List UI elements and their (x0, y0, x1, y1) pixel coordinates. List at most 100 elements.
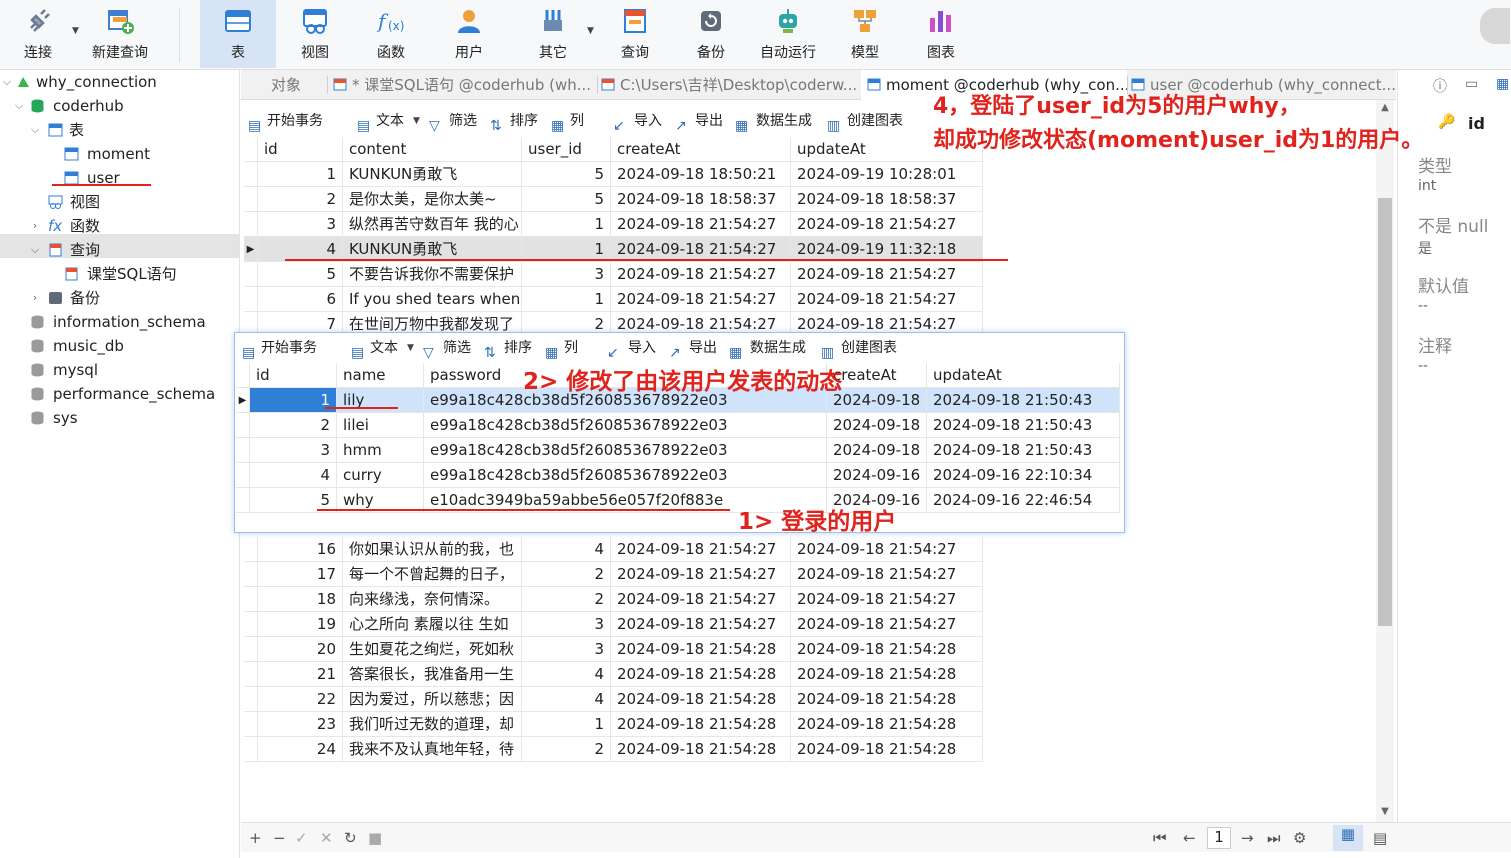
column-header-name[interactable]: name (337, 363, 424, 388)
cell-id[interactable]: 24 (258, 737, 343, 762)
column-header-createat[interactable]: createAt (611, 137, 791, 162)
sort-button[interactable]: 排序 (504, 335, 532, 361)
tables-button[interactable]: 表 (200, 0, 276, 68)
cell-user-id[interactable]: 4 (522, 662, 611, 687)
column-header-id[interactable]: id (250, 363, 337, 388)
cell-updateat[interactable]: 2024-09-16 22:46:54 (927, 488, 1120, 513)
cell-id[interactable]: 19 (258, 612, 343, 637)
row-marker[interactable] (244, 262, 258, 287)
row-marker[interactable]: ▶ (236, 388, 250, 413)
export-button[interactable]: 导出 (689, 335, 717, 361)
connect-button[interactable]: 连接 (8, 0, 68, 68)
cell-name[interactable]: hmm (337, 438, 424, 463)
others-button[interactable]: 其它 (520, 0, 586, 68)
cell-content[interactable]: 生如夏花之绚烂，死如秋 (343, 637, 522, 662)
prev-page-icon[interactable]: ← (1183, 829, 1196, 847)
row-marker[interactable] (244, 162, 258, 187)
cell-id[interactable]: 2 (250, 413, 337, 438)
cell-updateat[interactable]: 2024-09-18 21:54:28 (791, 712, 983, 737)
sort-button[interactable]: 排序 (510, 108, 538, 134)
cell-content[interactable]: 每一个不曾起舞的日子， (343, 562, 522, 587)
cell-user-id[interactable]: 4 (522, 687, 611, 712)
cell-createat[interactable]: 2024-09-18 21:54:27 (611, 612, 791, 637)
cell-content[interactable]: 你如果认识从前的我，也 (343, 537, 522, 562)
cell-id[interactable]: 4 (250, 463, 337, 488)
cell-id[interactable]: 1 (258, 162, 343, 187)
settings-icon[interactable]: ⚙ (1293, 829, 1306, 847)
cell-updateat[interactable]: 2024-09-18 21:54:27 (791, 212, 983, 237)
collapse-icon[interactable]: ⌵ (28, 238, 42, 262)
columns-button[interactable]: 列 (570, 108, 584, 134)
automation-button[interactable]: 自动运行 (752, 0, 824, 68)
cell-password[interactable]: e99a18c428cb38d5f260853678922e03 (424, 463, 827, 488)
cell-user-id[interactable]: 3 (522, 637, 611, 662)
collapse-icon[interactable]: ⌵ (12, 94, 26, 118)
avatar[interactable] (1480, 8, 1510, 44)
cell-content[interactable]: 向来缘浅，奈何情深。 (343, 587, 522, 612)
next-page-icon[interactable]: → (1241, 829, 1254, 847)
cell-user-id[interactable]: 1 (522, 212, 611, 237)
cell-updateat[interactable]: 2024-09-16 22:10:34 (927, 463, 1120, 488)
column-header-content[interactable]: content (343, 137, 522, 162)
refresh-icon[interactable]: ↻ (344, 829, 357, 847)
cell-createat[interactable]: 2024-09-18 21:54:27 (611, 537, 791, 562)
cell-user-id[interactable]: 1 (522, 712, 611, 737)
cell-id[interactable]: 16 (258, 537, 343, 562)
column-header-updateat[interactable]: updateAt (927, 363, 1120, 388)
cell-content[interactable]: 纵然再苦守数百年 我的心 (343, 212, 522, 237)
cell-content[interactable]: 答案很长，我准备用一生 (343, 662, 522, 687)
cell-createat[interactable]: 2024-09-18 (827, 438, 927, 463)
row-marker[interactable] (244, 212, 258, 237)
cell-name[interactable]: lilei (337, 413, 424, 438)
cell-updateat[interactable]: 2024-09-18 21:54:28 (791, 737, 983, 762)
grid-view-button[interactable]: ▦ (1333, 825, 1363, 851)
cell-createat[interactable]: 2024-09-18 18:50:21 (611, 162, 791, 187)
cell-updateat[interactable]: 2024-09-18 21:54:28 (791, 662, 983, 687)
text-dropdown-icon[interactable]: ▼ (407, 335, 414, 361)
cell-user-id[interactable]: 3 (522, 262, 611, 287)
column-header-user-id[interactable]: user_id (522, 137, 611, 162)
others-dropdown-icon[interactable]: ▼ (587, 26, 594, 36)
scroll-down-icon[interactable]: ▼ (1376, 806, 1394, 817)
cell-createat[interactable]: 2024-09-18 21:54:27 (611, 587, 791, 612)
cell-id[interactable]: 1 (250, 388, 337, 413)
cell-content[interactable]: 因为爱过，所以慈悲；因 (343, 687, 522, 712)
cell-content[interactable]: 不要告诉我你不需要保护 (343, 262, 522, 287)
cell-id[interactable]: 3 (258, 212, 343, 237)
row-marker[interactable] (236, 438, 250, 463)
cell-content[interactable]: KUNKUN勇敢飞 (343, 162, 522, 187)
new-query-button[interactable]: 新建查询 (84, 0, 156, 68)
cell-user-id[interactable]: 2 (522, 562, 611, 587)
grid-view-icon[interactable]: ▦ (1496, 76, 1509, 92)
expand-icon[interactable]: › (28, 286, 42, 310)
export-button[interactable]: 导出 (695, 108, 723, 134)
cell-updateat[interactable]: 2024-09-18 21:54:27 (791, 537, 983, 562)
cell-updateat[interactable]: 2024-09-18 21:54:27 (791, 262, 983, 287)
import-button[interactable]: 导入 (628, 335, 656, 361)
row-marker[interactable] (244, 637, 258, 662)
cell-id[interactable]: 20 (258, 637, 343, 662)
filter-button[interactable]: 筛选 (449, 108, 477, 134)
cell-user-id[interactable]: 2 (522, 737, 611, 762)
data-generation-button[interactable]: 数据生成 (756, 108, 812, 134)
delete-record-icon[interactable]: − (273, 829, 286, 847)
row-marker[interactable] (244, 662, 258, 687)
begin-transaction-button[interactable]: 开始事务 (261, 335, 317, 361)
last-page-icon[interactable]: ⏭ (1267, 829, 1281, 847)
cell-createat[interactable]: 2024-09-18 21:54:28 (611, 737, 791, 762)
cell-password[interactable]: e99a18c428cb38d5f260853678922e03 (424, 413, 827, 438)
cell-updateat[interactable]: 2024-09-18 21:54:27 (791, 587, 983, 612)
collapse-icon[interactable]: ⌵ (0, 70, 14, 94)
cell-name[interactable]: lily (337, 388, 424, 413)
row-marker[interactable] (244, 737, 258, 762)
backup-button[interactable]: 备份 (678, 0, 744, 68)
row-marker[interactable] (236, 463, 250, 488)
text-dropdown-icon[interactable]: ▼ (413, 108, 420, 134)
cell-id[interactable]: 21 (258, 662, 343, 687)
cell-user-id[interactable]: 1 (522, 287, 611, 312)
cell-createat[interactable]: 2024-09-18 21:54:28 (611, 687, 791, 712)
cell-id[interactable]: 3 (250, 438, 337, 463)
columns-button[interactable]: 列 (564, 335, 578, 361)
row-marker[interactable] (244, 287, 258, 312)
cell-updateat[interactable]: 2024-09-18 21:54:27 (791, 612, 983, 637)
